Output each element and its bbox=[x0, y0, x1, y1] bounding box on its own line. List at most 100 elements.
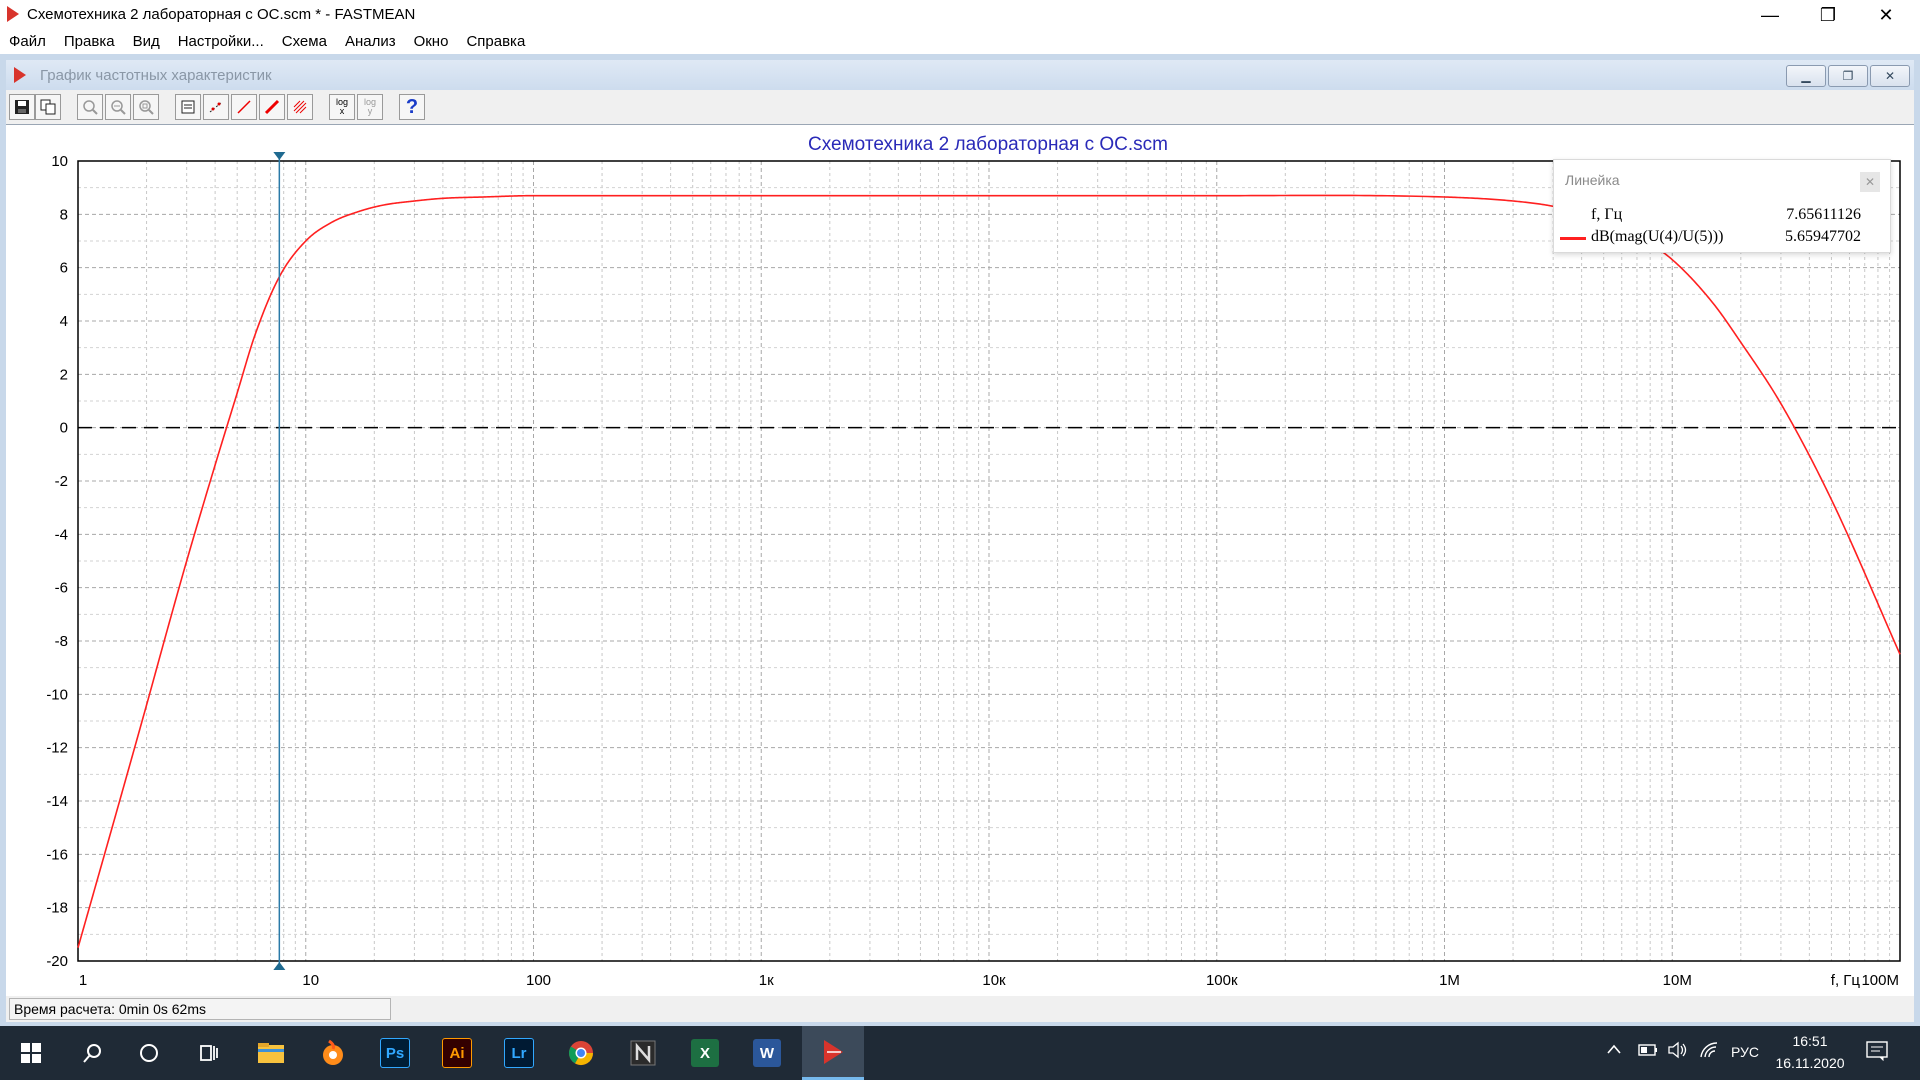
y-tick-label: -2 bbox=[55, 473, 68, 490]
search-icon bbox=[83, 1044, 101, 1063]
close-icon: ✕ bbox=[1884, 69, 1896, 83]
window-title: Схемотехника 2 лабораторная с ОС.scm * -… bbox=[27, 6, 416, 23]
clock-time[interactable]: 16:51 bbox=[1774, 1033, 1846, 1049]
zoom-fit-button[interactable] bbox=[133, 94, 159, 120]
cortana-button[interactable] bbox=[118, 1026, 180, 1080]
ruler-close-button[interactable]: ✕ bbox=[1860, 172, 1880, 192]
window-title-bar[interactable]: Схемотехника 2 лабораторная с ОС.scm * -… bbox=[0, 0, 1920, 30]
x-axis-label: f, Гц bbox=[1831, 972, 1861, 989]
task-view-button[interactable] bbox=[178, 1026, 240, 1080]
ruler-series-label: dB(mag(U(4)/U(5))) bbox=[1591, 228, 1724, 245]
log-y-button[interactable]: log y bbox=[357, 94, 383, 120]
windows-icon bbox=[21, 1043, 41, 1063]
zoom-in-button[interactable] bbox=[77, 94, 103, 120]
battery-icon[interactable] bbox=[1638, 1043, 1658, 1059]
help-button[interactable]: ? bbox=[399, 94, 425, 120]
close-icon: ✕ bbox=[1864, 175, 1876, 189]
language-indicator[interactable]: РУС bbox=[1731, 1044, 1759, 1060]
cortana-circle-icon bbox=[140, 1044, 158, 1062]
restore-button[interactable]: ❐ bbox=[1799, 0, 1857, 30]
grid-button[interactable] bbox=[287, 94, 313, 120]
save-button[interactable] bbox=[9, 94, 35, 120]
taskbar-explorer[interactable] bbox=[240, 1026, 302, 1080]
cursor-bottom-marker bbox=[273, 962, 286, 970]
restore-icon: ❐ bbox=[1842, 69, 1854, 83]
menu-view[interactable]: Вид bbox=[124, 30, 169, 54]
taskbar-photoshop[interactable]: Ps bbox=[364, 1026, 426, 1080]
y-tick-label: -12 bbox=[46, 740, 68, 757]
magnifier-minus-icon bbox=[111, 100, 126, 115]
menu-analysis[interactable]: Анализ bbox=[336, 30, 405, 54]
taskbar-chrome[interactable] bbox=[550, 1026, 612, 1080]
ruler-f-value: 7.65611126 bbox=[1786, 206, 1861, 223]
copy-icon bbox=[40, 99, 56, 115]
minimize-button[interactable]: — bbox=[1741, 0, 1799, 30]
ruler-series-swatch bbox=[1560, 237, 1586, 240]
legend-toggle-button[interactable] bbox=[175, 94, 201, 120]
close-button[interactable]: ✕ bbox=[1857, 0, 1915, 30]
taskbar-search-button[interactable] bbox=[62, 1026, 124, 1080]
fastmean-app-icon bbox=[7, 6, 19, 22]
child-restore-button[interactable]: ❐ bbox=[1828, 65, 1868, 87]
chart-title: Схемотехника 2 лабораторная с ОС.scm bbox=[808, 134, 1168, 155]
volume-icon[interactable] bbox=[1668, 1041, 1688, 1062]
y-tick-label: -20 bbox=[46, 953, 68, 970]
copy-button[interactable] bbox=[35, 94, 61, 120]
chart-window-title-bar[interactable]: График частотных характеристик ▁ ❐ ✕ bbox=[6, 60, 1914, 90]
child-minimize-button[interactable]: ▁ bbox=[1786, 65, 1826, 87]
x-tick-label: 1 bbox=[79, 972, 87, 989]
y-tick-label: -16 bbox=[46, 846, 68, 863]
magnifier-fit-icon bbox=[139, 100, 154, 115]
thick-line-button[interactable] bbox=[259, 94, 285, 120]
x-tick-label: 100к bbox=[1206, 972, 1238, 989]
y-tick-label: -8 bbox=[55, 633, 68, 650]
ruler-panel[interactable]: Линейка ✕ f, Гц 7.65611126 dB(mag(U(4)/U… bbox=[1553, 159, 1891, 253]
chart-toolbar: log x log y ? bbox=[6, 90, 1914, 125]
y-tick-label: 6 bbox=[60, 260, 68, 277]
child-close-button[interactable]: ✕ bbox=[1870, 65, 1910, 87]
x-tick-label: 10М bbox=[1663, 972, 1692, 989]
notifications-icon[interactable] bbox=[1866, 1041, 1888, 1064]
y-tick-label: -10 bbox=[46, 686, 68, 703]
log-y-bottom: y bbox=[367, 106, 373, 116]
chart-window-title: График частотных характеристик bbox=[40, 67, 272, 84]
taskbar-word[interactable]: W bbox=[736, 1026, 798, 1080]
taskbar-excel[interactable]: X bbox=[674, 1026, 736, 1080]
fastmean-child-icon bbox=[14, 67, 26, 83]
menu-settings[interactable]: Настройки... bbox=[169, 30, 273, 54]
menu-window[interactable]: Окно bbox=[405, 30, 458, 54]
x-tick-label: 1к bbox=[759, 972, 774, 989]
y-tick-label: 0 bbox=[60, 420, 68, 437]
x-tick-label: 10к bbox=[982, 972, 1006, 989]
start-button[interactable] bbox=[0, 1026, 62, 1080]
thin-line-button[interactable] bbox=[231, 94, 257, 120]
cursor-top-marker bbox=[273, 152, 286, 160]
frequency-response-chart[interactable]: 10 8 6 4 2 0 -2 -4 -6 -8 -10 -12 -14 -16 -18 -20 1 10 100… bbox=[6, 125, 1914, 996]
menu-schema[interactable]: Схема bbox=[273, 30, 336, 54]
taskbar-browser-orange[interactable] bbox=[302, 1026, 364, 1080]
clock-date[interactable]: 16.11.2020 bbox=[1774, 1055, 1846, 1071]
taskbar-fastmean[interactable] bbox=[802, 1026, 864, 1080]
y-tick-labels: 10 8 6 4 2 0 -2 -4 -6 -8 -10 -12 -14 -16 -18 -20 bbox=[46, 153, 68, 970]
tray-chevron-up-icon[interactable] bbox=[1606, 1042, 1622, 1058]
excel-icon: X bbox=[691, 1039, 719, 1067]
menu-file[interactable]: Файл bbox=[0, 30, 55, 54]
taskbar-lightroom[interactable]: Lr bbox=[488, 1026, 550, 1080]
menu-edit[interactable]: Правка bbox=[55, 30, 124, 54]
wifi-icon[interactable] bbox=[1699, 1041, 1719, 1062]
zoom-out-button[interactable] bbox=[105, 94, 131, 120]
notion-n-icon bbox=[630, 1040, 656, 1066]
menu-bar: Файл Правка Вид Настройки... Схема Анали… bbox=[0, 30, 1920, 54]
taskbar: Ps Ai Lr X W РУС 16:51 16.11.2020 bbox=[0, 1026, 1920, 1080]
x-tick-label: 10 bbox=[302, 972, 319, 989]
red-line-icon bbox=[237, 100, 251, 114]
status-bar: Время расчета: 0min 0s 62ms bbox=[6, 996, 1914, 1022]
markers-button[interactable] bbox=[203, 94, 229, 120]
y-tick-label: -6 bbox=[55, 580, 68, 597]
menu-help[interactable]: Справка bbox=[457, 30, 534, 54]
log-x-button[interactable]: log x bbox=[329, 94, 355, 120]
taskbar-illustrator[interactable]: Ai bbox=[426, 1026, 488, 1080]
taskbar-notion[interactable] bbox=[612, 1026, 674, 1080]
y-tick-label: 4 bbox=[60, 313, 68, 330]
status-calc-time: Время расчета: 0min 0s 62ms bbox=[9, 998, 391, 1020]
